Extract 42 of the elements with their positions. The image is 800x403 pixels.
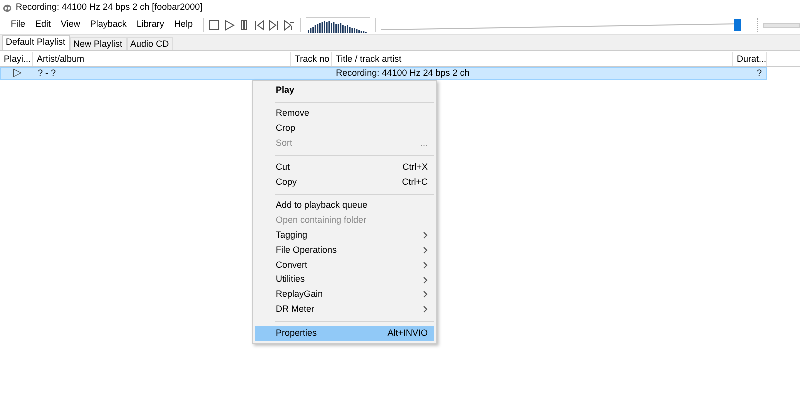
menu-item[interactable]: Convert [255, 258, 434, 273]
playlist-tab[interactable]: New Playlist [70, 37, 127, 50]
menu-item[interactable]: Copy Ctrl+C [255, 174, 434, 190]
menu-item[interactable]: View [56, 17, 86, 33]
column-header[interactable]: Title / track artist [332, 52, 733, 66]
column-header[interactable]: Track no [291, 52, 332, 66]
spectrum-drawing [306, 17, 370, 33]
column-header[interactable]: Durat... [733, 52, 767, 66]
menu-item[interactable]: Edit [30, 17, 56, 33]
menu-item[interactable]: Library [132, 17, 170, 33]
menu-item[interactable]: Crop [255, 122, 434, 136]
play-icon[interactable] [224, 20, 235, 30]
menu-item[interactable]: Playback [85, 17, 132, 33]
column-header[interactable]: Playi... [0, 52, 33, 66]
previous-icon[interactable] [254, 20, 265, 30]
slider-thumb[interactable] [734, 19, 742, 31]
menu-item[interactable]: Remove [255, 106, 434, 122]
next-icon[interactable] [268, 20, 280, 30]
play-indicator: ▷ [13, 67, 22, 79]
random-icon[interactable] [284, 20, 295, 30]
column-header[interactable]: Artist/album [33, 52, 291, 66]
app-icon [3, 4, 12, 12]
stop-icon[interactable] [208, 20, 220, 30]
playlist-tab[interactable]: Default Playlist [2, 35, 70, 50]
menu-item[interactable]: Add to playback queue [255, 198, 434, 214]
menu-item[interactable]: Utilities [255, 272, 434, 288]
menu-item[interactable]: File [6, 17, 31, 33]
menu-item[interactable]: Play [255, 83, 434, 98]
menu-item[interactable]: Cut Ctrl+X [255, 160, 434, 175]
pause-icon[interactable] [238, 20, 250, 30]
menu-item[interactable]: DR Meter [255, 302, 434, 318]
menu-item[interactable]: Help [169, 17, 198, 33]
menu-item[interactable]: Tagging [255, 228, 434, 244]
playlist-row[interactable]: ▷ ? - ? Recording: 44100 Hz 24 bps 2 ch ? [0, 67, 767, 80]
table-cell: Recording: 44100 Hz 24 bps 2 ch [336, 68, 470, 78]
window-title: Recording: 44100 Hz 24 bps 2 ch [foobar2000] [16, 1, 203, 14]
table-cell: ? [756, 68, 762, 78]
table-cell: ? - ? [38, 68, 56, 78]
menu-item[interactable]: ReplayGain [255, 288, 434, 302]
playlist-tab[interactable]: Audio CD [126, 37, 174, 50]
menu-item[interactable]: File Operations [255, 243, 434, 258]
menu-item[interactable]: Properties Alt+INVIO [255, 326, 434, 341]
